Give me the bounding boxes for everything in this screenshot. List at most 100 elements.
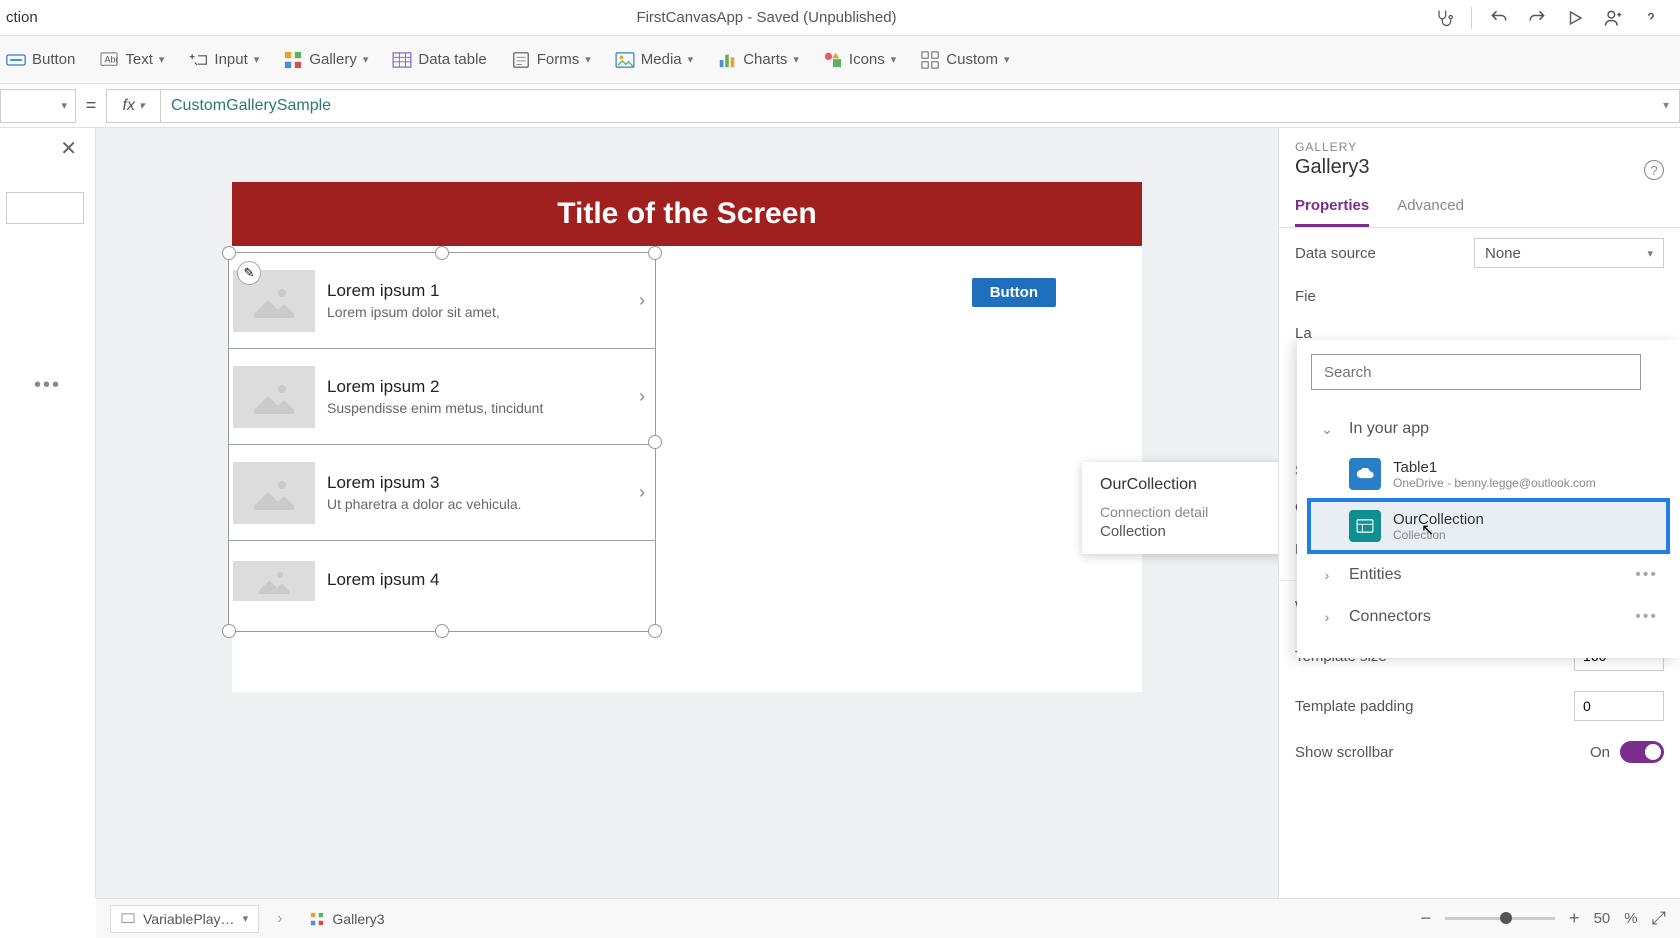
zoom-slider[interactable] [1445,917,1555,920]
item-subtitle: Ut pharetra a dolor ac vehicula. [327,496,639,512]
input-icon [188,50,208,70]
breadcrumb-screen[interactable]: VariablePlay… ▾ [110,905,259,933]
ribbon-button[interactable]: Button [6,50,75,70]
chart-icon [717,50,737,70]
ribbon-forms[interactable]: Forms ▾ [511,50,591,70]
item-title: Lorem ipsum 3 [327,473,639,493]
more-icon[interactable]: ••• [1635,608,1658,626]
svg-text:Abc: Abc [105,54,118,64]
tab-advanced[interactable]: Advanced [1397,187,1464,227]
zoom-value: 50 [1594,910,1611,927]
zoom-out-button[interactable]: − [1421,908,1432,929]
resize-handle[interactable] [648,624,662,638]
resize-handle[interactable] [435,246,449,260]
resize-handle[interactable] [648,435,662,449]
ribbon-media[interactable]: Media ▾ [615,50,693,70]
equals-label: = [76,95,106,116]
datasource-item-ourcollection[interactable]: OurCollection Collection ↖ [1311,502,1666,550]
gallery-icon [310,912,324,926]
section-entities[interactable]: › Entities ••• [1311,554,1666,596]
gallery-item[interactable]: Lorem ipsum 3 Ut pharetra a dolor ac veh… [229,445,655,541]
chevron-right-icon[interactable]: › [639,386,645,407]
help-circle-icon[interactable]: ? [1644,160,1664,180]
tab-properties[interactable]: Properties [1295,187,1369,227]
item-subtitle: OneDrive - benny.legge@outlook.com [1393,476,1596,490]
datasource-tooltip: OurCollection Connection detail Collecti… [1082,462,1302,554]
breadcrumb-control[interactable]: Gallery3 [300,905,394,933]
item-subtitle: Lorem ipsum dolor sit amet, [327,304,639,320]
datasource-item-table1[interactable]: Table1 OneDrive - benny.legge@outlook.co… [1311,450,1666,498]
gallery-item[interactable]: Lorem ipsum 2 Suspendisse enim metus, ti… [229,349,655,445]
show-scrollbar-toggle[interactable] [1620,741,1664,763]
ribbon-input-label: Input [214,51,247,68]
chevron-right-icon[interactable]: › [639,290,645,311]
resize-handle[interactable] [648,246,662,260]
ribbon-datatable-label: Data table [418,51,486,68]
resize-handle[interactable] [222,246,236,260]
stethoscope-icon[interactable] [1433,7,1455,29]
fullscreen-icon[interactable]: ⤢ [1652,908,1666,929]
resize-handle[interactable] [222,624,236,638]
ribbon-gallery[interactable]: Gallery ▾ [283,50,368,70]
form-icon [511,50,531,70]
data-source-select[interactable]: None ▾ [1474,238,1664,268]
onedrive-icon [1349,458,1381,490]
chevron-down-icon: ▾ [363,53,369,66]
play-icon[interactable] [1564,7,1586,29]
expand-formula-icon[interactable]: ▾ [1663,98,1669,112]
ribbon-datatable[interactable]: Data table [392,50,486,70]
gallery-icon [283,50,303,70]
chevron-down-icon: ⌄ [1319,421,1335,438]
more-icon[interactable]: ••• [0,374,95,397]
formula-input[interactable]: CustomGallerySample ▾ [160,89,1680,123]
undo-icon[interactable] [1488,7,1510,29]
chevron-down-icon: ▾ [159,53,165,66]
left-panel-box[interactable] [6,192,84,224]
fx-button[interactable]: fx▾ [106,89,160,123]
screen-title-bar[interactable]: Title of the Screen [232,182,1142,246]
ribbon-icons[interactable]: Icons ▾ [823,50,896,70]
zoom-in-button[interactable]: + [1569,908,1580,929]
breadcrumb-label: VariablePlay… [143,911,235,927]
ribbon-text-label: Text [125,51,153,68]
gallery-item[interactable]: Lorem ipsum 4 [229,541,655,621]
help-icon[interactable] [1640,7,1662,29]
chevron-down-icon: ▾ [891,53,897,66]
image-placeholder-icon [233,462,315,524]
more-icon[interactable]: ••• [1635,566,1658,584]
breadcrumb-label: Gallery3 [332,911,384,927]
item-subtitle: Collection [1393,528,1484,542]
item-title: Table1 [1393,459,1596,476]
template-padding-input[interactable] [1574,691,1664,721]
chevron-down-icon: ▾ [1004,53,1010,66]
redo-icon[interactable] [1526,7,1548,29]
ribbon-custom[interactable]: Custom ▾ [920,50,1009,70]
ribbon-charts[interactable]: Charts ▾ [717,50,799,70]
ribbon-icons-label: Icons [849,51,885,68]
chevron-right-icon: › [1319,567,1335,583]
item-title: OurCollection [1393,511,1484,528]
chevron-down-icon: ▾ [254,53,260,66]
chevron-down-icon: ▾ [793,53,799,66]
chevron-right-icon[interactable]: › [639,482,645,503]
section-in-your-app[interactable]: ⌄ In your app [1311,408,1666,450]
section-connectors[interactable]: › Connectors ••• [1311,596,1666,638]
tooltip-label: Connection detail [1100,504,1284,520]
canvas-button[interactable]: Button [972,278,1056,307]
gallery-item[interactable]: Lorem ipsum 1 Lorem ipsum dolor sit amet… [229,253,655,349]
datasource-search-input[interactable] [1311,354,1641,390]
screen-title: Title of the Screen [557,197,817,231]
chevron-down-icon: ▾ [688,53,694,66]
property-selector[interactable]: ▾ [0,89,76,123]
grid-icon [920,50,940,70]
edit-pencil-icon[interactable]: ✎ [237,261,261,285]
close-icon[interactable]: ✕ [60,136,77,161]
share-icon[interactable] [1602,7,1624,29]
gallery-control[interactable]: ✎ Lorem ipsum 1 Lorem ipsum dolor sit am… [228,252,656,632]
ribbon-input[interactable]: Input ▾ [188,50,259,70]
resize-handle[interactable] [435,624,449,638]
section-label: In your app [1349,420,1429,438]
ribbon-text[interactable]: Abc Text ▾ [99,50,164,70]
canvas-screen[interactable]: Title of the Screen Button ✎ Lorem ipsum… [232,182,1142,692]
screen-icon [121,913,135,925]
